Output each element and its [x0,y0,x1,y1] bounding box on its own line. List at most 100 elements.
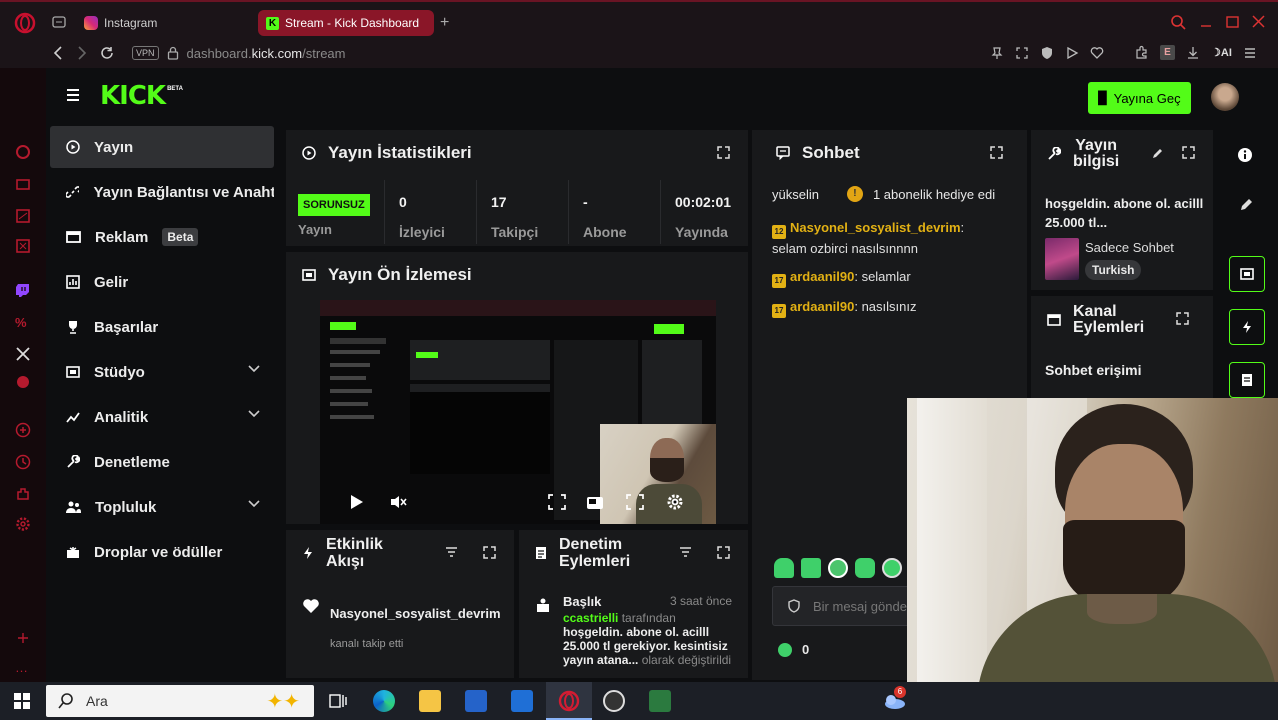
sidebar-item-studyo[interactable]: Stüdyo [50,351,274,393]
edge-icon[interactable] [373,690,395,712]
minimize-icon[interactable] [1200,16,1212,28]
taskbar-search[interactable]: Ara ✦✦ [46,685,314,717]
extensions-rail-icon[interactable] [15,486,31,502]
store-icon[interactable] [465,690,487,712]
url-text[interactable]: dashboard.kick.com/stream [187,46,346,61]
twitch-icon[interactable] [15,283,31,299]
quick-action-lightning[interactable] [1229,309,1265,345]
ai-button[interactable]: ☽AI [1211,46,1232,59]
player-rail-icon[interactable] [15,208,31,224]
chat-access-item[interactable]: Sohbet erişimi [1045,362,1141,378]
mod-user[interactable]: ccastrielli [563,611,618,625]
add-rail-icon[interactable] [15,422,31,438]
crypto-wallet-icon[interactable] [15,176,31,192]
obs-icon[interactable] [603,690,625,712]
filter-icon[interactable] [445,546,458,558]
forward-icon[interactable] [76,46,88,60]
pinned-events-bar[interactable]: yükselin ! 1 abonelik hediye edi [772,184,1012,204]
task-view-icon[interactable] [327,690,349,712]
kick-app-icon[interactable] [649,690,671,712]
search-tabs-icon[interactable] [1170,14,1186,30]
sidebar-item-topluluk[interactable]: Topluluk [50,486,274,528]
reload-icon[interactable] [100,46,114,60]
info-icon[interactable] [1236,146,1254,164]
percent-icon[interactable]: % [15,315,31,331]
edit-pencil-icon[interactable] [1239,198,1253,212]
history-icon[interactable] [15,454,31,470]
tab-kick-dashboard[interactable]: K Stream - Kick Dashboard [258,10,434,36]
settings-icon[interactable] [15,516,31,532]
emote-box-icon[interactable] [801,558,821,578]
sidebar-item-stream-key[interactable]: Yayın Bağlantısı ve Anahtarı [50,171,274,213]
player-icon[interactable] [1065,46,1079,60]
menu-icon[interactable] [1243,46,1257,60]
sidebar-item-droplar[interactable]: Droplar ve ödüller [50,531,274,573]
address-bar[interactable]: VPN dashboard.kick.com/stream [132,40,1092,66]
tiktok-icon[interactable] [15,374,31,390]
tab-instagram[interactable]: Instagram [76,10,165,36]
emote-smile-icon[interactable] [855,558,875,578]
language-tag[interactable]: Turkish [1085,260,1142,280]
expand-icon[interactable] [1182,146,1195,159]
file-explorer-icon[interactable] [419,690,441,712]
maximize-icon[interactable] [1226,16,1240,28]
download-icon[interactable] [1186,46,1200,60]
opera-logo-icon[interactable] [14,12,36,34]
fullscreen-icon[interactable] [626,494,644,510]
mute-icon[interactable] [390,495,408,509]
pip-icon[interactable] [586,494,604,510]
sidebar-settings-icon[interactable] [15,630,31,646]
heart-icon[interactable] [1090,46,1104,60]
sidebar-item-gelir[interactable]: Gelir [50,261,274,303]
player-settings-icon[interactable] [666,493,684,511]
windows-start-icon[interactable] [14,693,30,709]
messenger-icon[interactable] [15,238,31,254]
extensions-icon[interactable] [1134,45,1149,60]
sidebar-item-basarilar[interactable]: Başarılar [50,306,274,348]
pin-icon[interactable] [990,46,1004,60]
chat-username[interactable]: Nasyonel_sosyalist_devrim [790,220,961,235]
chat-username[interactable]: ardaanil90 [790,299,854,314]
sidebar-item-denetleme[interactable]: Denetleme [50,441,274,483]
new-tab-plus-icon[interactable]: + [440,14,449,32]
tab-snapshot-icon[interactable] [52,16,66,28]
expand-icon[interactable] [990,146,1003,159]
emote-blob-icon[interactable] [882,558,902,578]
category-thumbnail[interactable] [1045,238,1079,280]
theater-mode-icon[interactable] [548,494,566,510]
taskbar-active-app[interactable] [546,682,592,720]
stream-category[interactable]: Sadece Sohbet [1085,240,1174,255]
chat-username[interactable]: ardaanil90 [790,269,854,284]
video-preview[interactable] [320,300,716,524]
expand-icon[interactable] [483,546,496,559]
extension-e-icon[interactable]: E [1160,45,1175,60]
expand-icon[interactable] [1176,312,1189,325]
x-twitter-icon[interactable] [15,346,31,362]
kick-logo[interactable]: KICK BETA [100,82,183,110]
sidebar-item-reklam[interactable]: Reklam Beta [50,216,274,258]
play-icon[interactable] [350,494,364,510]
emote-frog-icon[interactable] [828,558,848,578]
expand-icon[interactable] [717,146,730,159]
quick-action-list[interactable] [1229,362,1265,398]
hamburger-menu-icon[interactable] [66,88,80,102]
avatar[interactable] [1211,83,1239,111]
quick-action-preview[interactable] [1229,256,1265,292]
filter-icon[interactable] [679,546,692,558]
vpn-badge[interactable]: VPN [132,46,159,60]
sidebar-item-yayin[interactable]: Yayın [50,126,274,168]
go-live-button[interactable]: ▉ Yayına Geç [1088,82,1191,114]
aria-icon[interactable] [15,144,31,160]
back-icon[interactable] [52,46,64,60]
expand-icon[interactable] [717,546,730,559]
emote-ghost-icon[interactable] [774,558,794,578]
sidebar-item-analitik[interactable]: Analitik [50,396,274,438]
close-window-icon[interactable] [1252,15,1265,28]
activity-user[interactable]: Nasyonel_sosyalist_devrim [330,606,506,621]
channel-points[interactable]: 0 [778,642,809,657]
shield-icon[interactable] [1040,46,1054,60]
more-icon[interactable]: … [15,660,31,676]
snapshot-icon[interactable] [1015,46,1029,60]
mail-icon[interactable] [511,690,533,712]
edit-icon[interactable] [1151,148,1163,160]
